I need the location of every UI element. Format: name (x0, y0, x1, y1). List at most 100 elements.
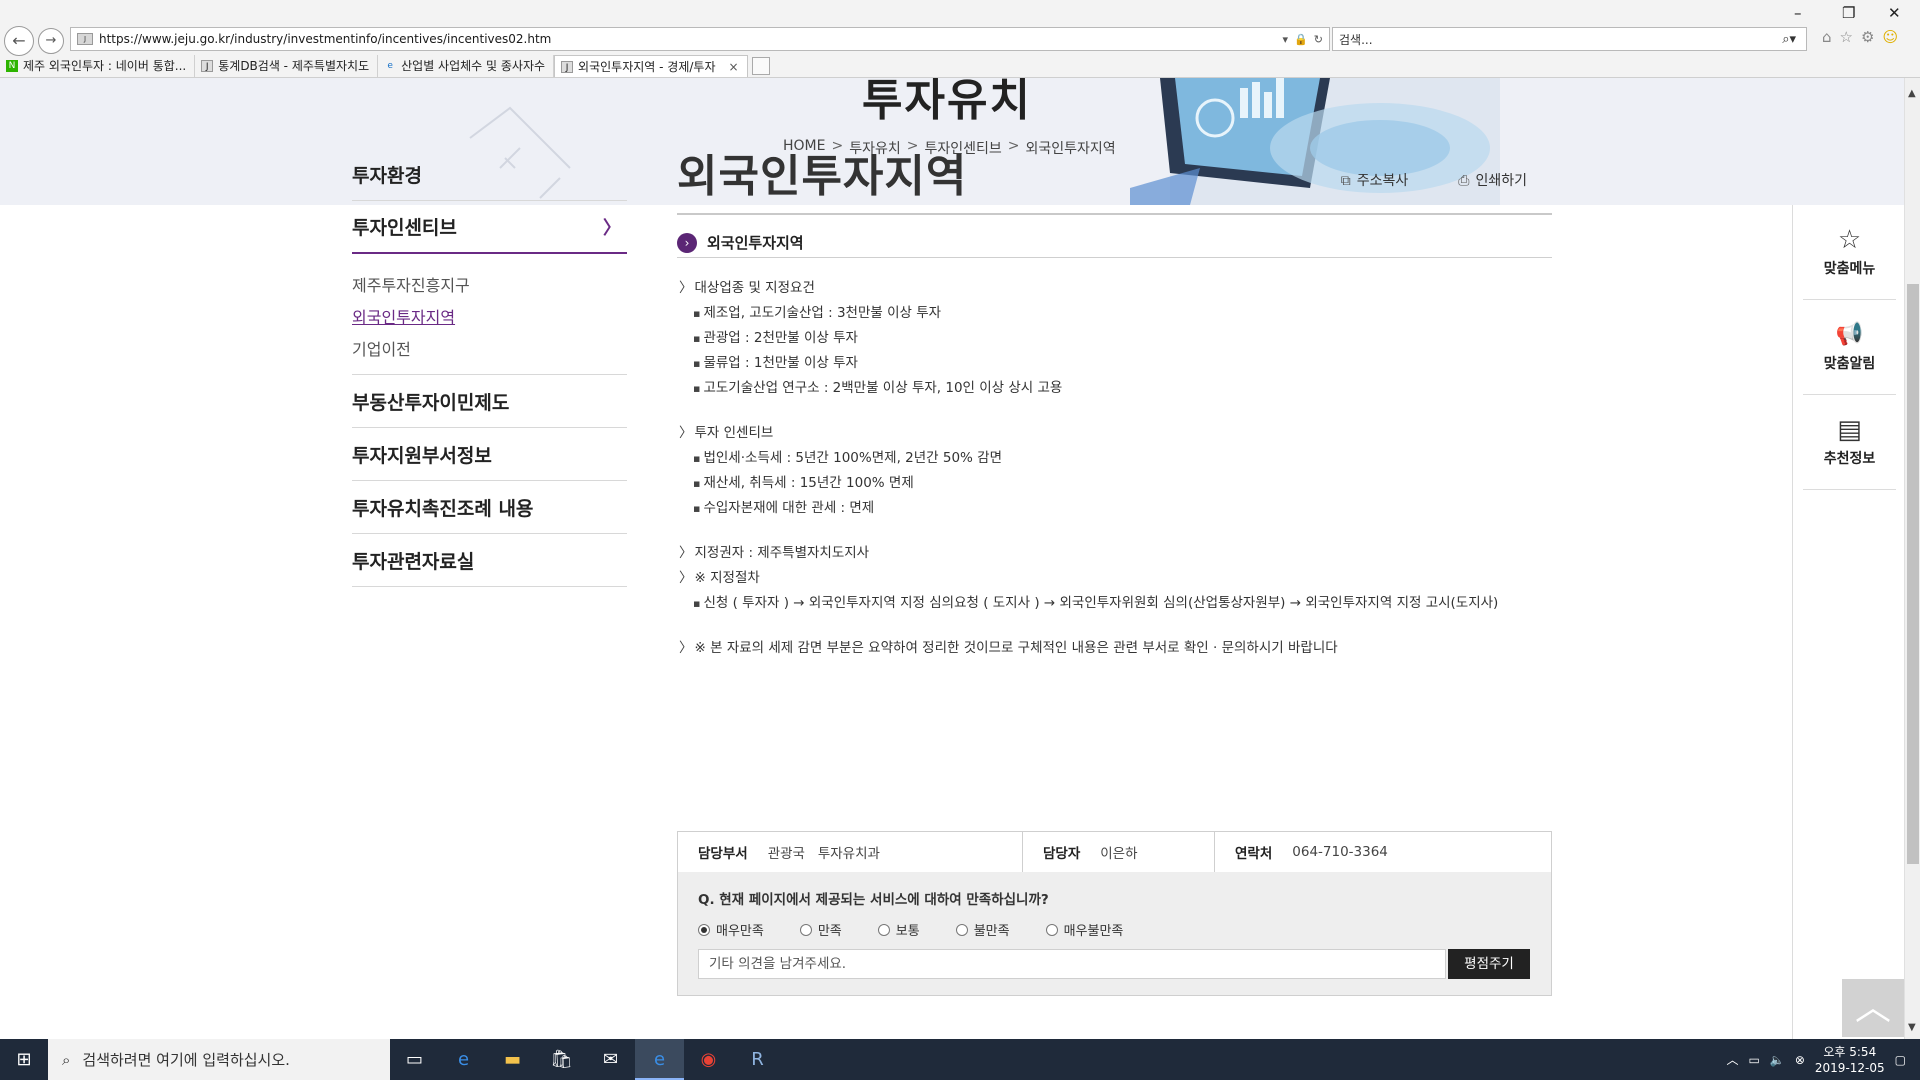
submenu-foreign-zone[interactable]: 외국인투자지역 (352, 302, 627, 334)
radio[interactable] (799, 923, 812, 936)
option-very-satisfied[interactable]: 매우만족 (698, 920, 764, 939)
quick-item-recommend[interactable]: ▤ 추천정보 (1803, 395, 1896, 490)
back-icon[interactable]: ← (4, 26, 34, 56)
jeju-icon: J (201, 60, 214, 72)
lock-icon[interactable]: 🔒 (1294, 33, 1308, 46)
minimize-icon[interactable]: – (1794, 4, 1802, 22)
scroll-thumb[interactable] (1907, 284, 1919, 864)
mail-icon[interactable]: ✉ (586, 1039, 635, 1080)
search-placeholder[interactable]: 검색... (1339, 31, 1782, 48)
list-item: 신청 ( 투자자 ) → 외국인투자지역 지정 심의요청 ( 도지사 ) → 외… (679, 591, 1559, 616)
clock[interactable]: 오후 5:54 2019-12-05 (1815, 1044, 1885, 1076)
option-label: 불만족 (973, 924, 1010, 939)
favorites-icon[interactable]: ☆ (1840, 28, 1853, 46)
tray-chevron-icon[interactable]: ︿ (1727, 1051, 1739, 1068)
home-icon[interactable]: ⌂ (1822, 28, 1832, 46)
heading-authority: 지정권자 : 제주특별자치도지사 (679, 541, 1559, 566)
quick-item-custom-menu[interactable]: ☆ 맞춤메뉴 (1803, 205, 1896, 300)
radio[interactable] (1045, 923, 1058, 936)
lnb-item-label: 투자관련자료실 (352, 550, 475, 573)
browser-chrome: – ❐ ✕ ← → J https://www.jeju.go.kr/indus… (0, 0, 1920, 78)
tab-close-icon[interactable]: × (729, 56, 739, 78)
radio[interactable] (877, 923, 890, 936)
r-app-icon[interactable]: R (733, 1039, 782, 1080)
submenu-promotion-zone[interactable]: 제주투자진흥지구 (352, 270, 627, 302)
radio[interactable] (955, 923, 968, 936)
list-item: 수입자본재에 대한 관세 : 면제 (679, 496, 1559, 521)
notifications-icon[interactable]: ▢ (1895, 1053, 1906, 1067)
section-title: 외국인투자지역 (707, 234, 804, 252)
chevron-right-icon: 〉 (603, 217, 621, 239)
settings-icon[interactable]: ⚙ (1861, 28, 1874, 46)
edge-icon[interactable]: e (439, 1039, 488, 1080)
browser-search-input[interactable]: 검색... ⌕▾ (1332, 27, 1807, 51)
comment-input[interactable]: 기타 의견을 남겨주세요. (698, 949, 1446, 979)
info-dept: 담당부서 관광국 투자유치과 (678, 832, 1023, 872)
tab-foreign-investment[interactable]: J 외국인투자지역 - 경제/투자 × (554, 55, 748, 77)
heading-procedure: ※ 지정절차 (679, 566, 1559, 591)
site-favicon-icon: J (77, 33, 93, 45)
tab-naver[interactable]: N 제주 외국인투자 : 네이버 통합... (0, 55, 196, 77)
chrome-icon[interactable]: ◉ (684, 1039, 733, 1080)
copy-url-button[interactable]: ⧉ 주소복사 (1341, 170, 1409, 190)
lnb-item-real-estate[interactable]: 부동산투자이민제도 (352, 375, 627, 428)
radio-selected[interactable] (698, 923, 710, 936)
lnb-item-support-dept[interactable]: 투자지원부서정보 (352, 428, 627, 481)
list-item: 제조업, 고도기술산업 : 3천만불 이상 투자 (679, 301, 1559, 326)
address-url[interactable]: https://www.jeju.go.kr/industry/investme… (99, 32, 1283, 46)
dropdown-icon[interactable]: ▾ (1283, 33, 1289, 46)
list-item: 법인세·소득세 : 5년간 100%면제, 2년간 50% 감면 (679, 446, 1559, 471)
dept-value: 관광국 투자유치과 (767, 846, 880, 862)
windows-taskbar: ⊞ ⌕ 검색하려면 여기에 입력하십시오. ▭ e ▬ 🛍 ✉ e ◉ R ︿ … (0, 1039, 1920, 1080)
volume-icon[interactable]: 🔈 (1770, 1053, 1785, 1067)
tab-statistics[interactable]: J 통계DB검색 - 제주특별자치도 (195, 55, 379, 77)
heading-notice: ※ 본 자료의 세제 감면 부분은 요약하여 정리한 것이므로 구체적인 내용은… (679, 636, 1559, 661)
store-icon[interactable]: 🛍 (537, 1039, 586, 1080)
windows-start-icon[interactable]: ⊞ (0, 1039, 48, 1080)
internet-explorer-icon[interactable]: e (635, 1039, 684, 1080)
main-content: 외국인투자지역 ⧉주소복사 ⎙인쇄하기 › 외국인투자지역 대상업종 및 지정요… (677, 140, 1552, 656)
title-divider (677, 213, 1552, 215)
submenu-relocation[interactable]: 기업이전 (352, 334, 627, 366)
lnb-item-archive[interactable]: 투자관련자료실 (352, 534, 627, 587)
left-menu: 투자환경 투자인센티브 〉 제주투자진흥지구 외국인투자지역 기업이전 부동산투… (352, 148, 627, 587)
quick-item-custom-alert[interactable]: 📢 맞춤알림 (1803, 300, 1896, 395)
address-bar[interactable]: J https://www.jeju.go.kr/industry/invest… (70, 27, 1330, 51)
task-view-icon[interactable]: ▭ (390, 1039, 439, 1080)
lnb-item-ordinance[interactable]: 투자유치촉진조례 내용 (352, 481, 627, 534)
option-label: 매우불만족 (1063, 924, 1124, 939)
heading-requirements: 대상업종 및 지정요건 (679, 276, 1559, 301)
page-scrollbar[interactable]: ▲ ▼ (1904, 78, 1920, 1039)
scroll-up-icon[interactable]: ▲ (1908, 88, 1916, 99)
taskbar-search[interactable]: ⌕ 검색하려면 여기에 입력하십시오. (48, 1039, 390, 1080)
option-very-dissatisfied[interactable]: 매우불만족 (1045, 920, 1124, 939)
option-neutral[interactable]: 보통 (877, 920, 920, 939)
quick-item-label: 추천정보 (1823, 451, 1876, 467)
lnb-item-incentive[interactable]: 투자인센티브 〉 (352, 201, 627, 254)
option-dissatisfied[interactable]: 불만족 (955, 920, 1010, 939)
dept-label: 담당부서 (698, 846, 748, 862)
close-window-icon[interactable]: ✕ (1888, 4, 1901, 22)
print-button[interactable]: ⎙ 인쇄하기 (1458, 170, 1527, 190)
option-satisfied[interactable]: 만족 (799, 920, 842, 939)
tab-label: 통계DB검색 - 제주특별자치도 (218, 59, 370, 73)
naver-icon: N (6, 60, 18, 72)
scroll-down-icon[interactable]: ▼ (1908, 1022, 1916, 1033)
submit-rating-button[interactable]: 평점주기 (1448, 949, 1530, 979)
scroll-to-top-button[interactable]: ︿ (1842, 979, 1904, 1037)
contact-value: 064-710-3364 (1292, 844, 1388, 860)
chevron-circle-icon: › (677, 232, 697, 253)
tab-industry[interactable]: e 산업별 사업체수 및 종사자수 (378, 55, 555, 77)
network-icon[interactable]: ▭ (1749, 1053, 1760, 1067)
search-icon[interactable]: ⌕▾ (1782, 32, 1796, 47)
file-explorer-icon[interactable]: ▬ (488, 1039, 537, 1080)
ime-icon[interactable]: ⊗ (1795, 1053, 1805, 1067)
forward-icon[interactable]: → (38, 28, 64, 54)
new-tab-button[interactable] (751, 57, 770, 75)
heading-incentives: 투자 인센티브 (679, 421, 1559, 446)
copy-icon: ⧉ (1340, 173, 1351, 189)
lnb-item-environment[interactable]: 투자환경 (352, 148, 627, 201)
feedback-icon[interactable]: ☺ (1882, 28, 1898, 46)
refresh-icon[interactable]: ↻ (1314, 33, 1323, 46)
restore-icon[interactable]: ❐ (1842, 4, 1855, 22)
